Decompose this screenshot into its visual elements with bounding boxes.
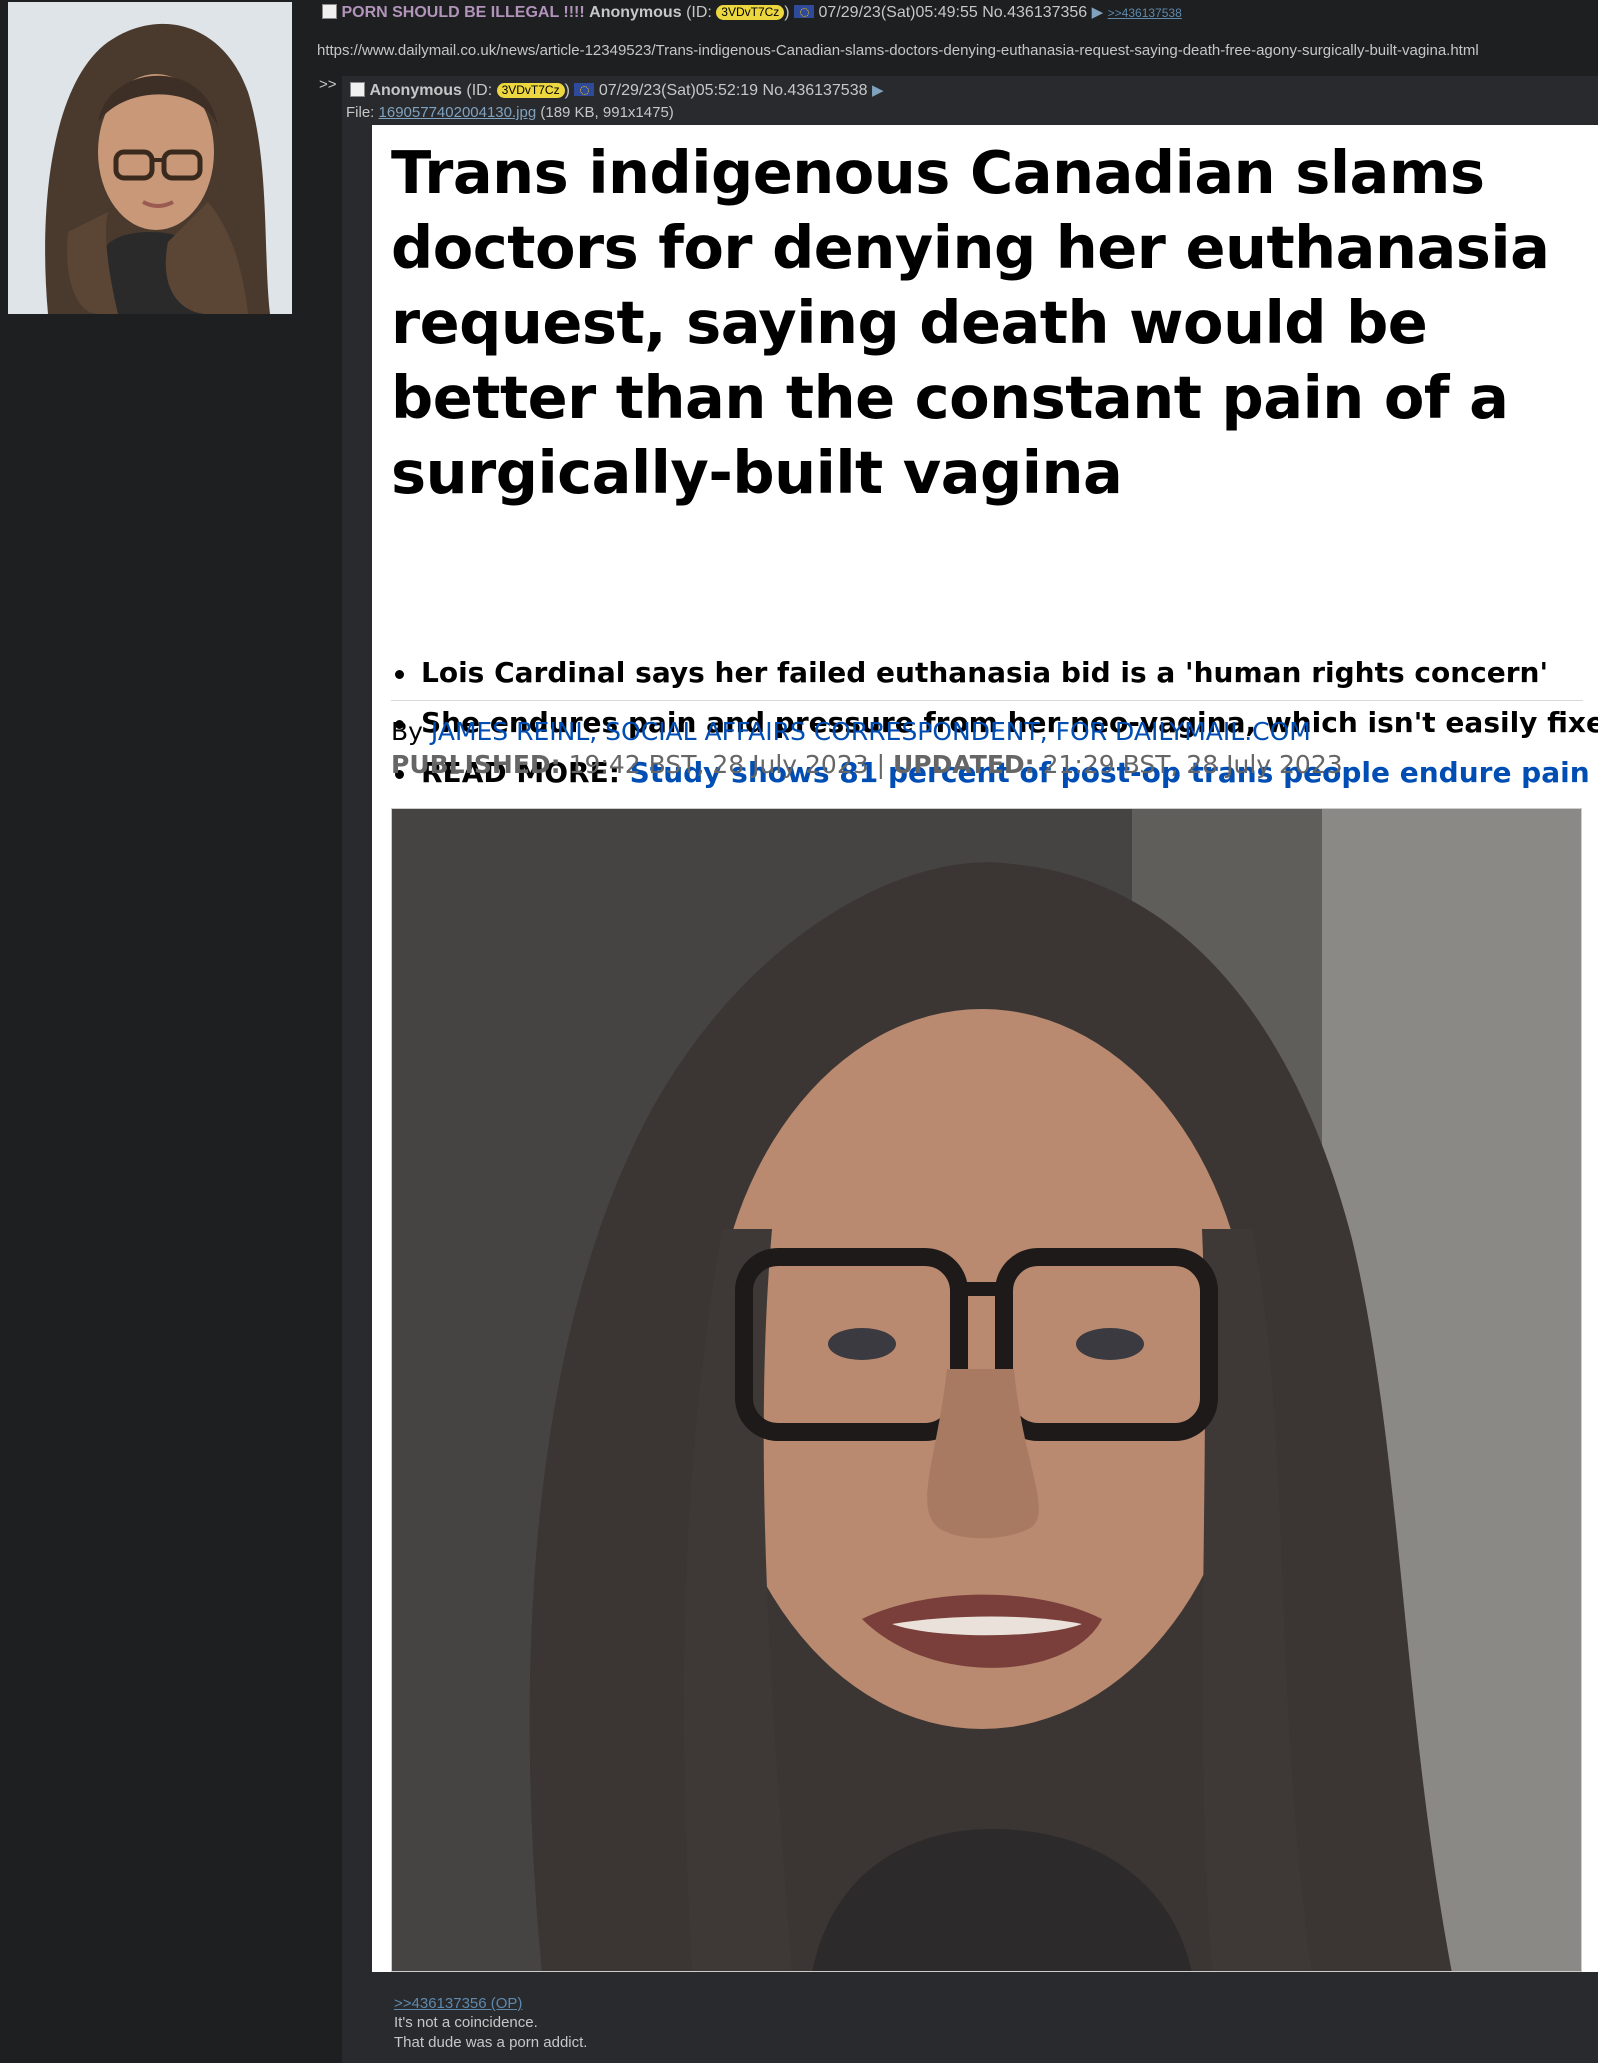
menu-arrow-icon[interactable]: ▶ bbox=[872, 82, 884, 99]
op-id-suffix: ) bbox=[784, 4, 790, 21]
reply-file-info: File: 1690577402004130.jpg (189 KB, 991x… bbox=[346, 103, 674, 123]
op-poster-name: Anonymous bbox=[589, 4, 682, 21]
op-post-number[interactable]: No.436137356 bbox=[982, 4, 1087, 21]
reply-comment-line: That dude was a porn addict. bbox=[394, 2034, 588, 2051]
reply-poster-name: Anonymous bbox=[369, 82, 462, 99]
menu-arrow-icon[interactable]: ▶ bbox=[1092, 4, 1104, 21]
op-id-prefix: (ID: bbox=[686, 4, 717, 21]
op-post-info: PORN SHOULD BE ILLEGAL !!!! Anonymous (I… bbox=[322, 2, 1182, 24]
reply-id-prefix: (ID: bbox=[466, 82, 497, 99]
article-byline: By JAMES REINL, SOCIAL AFFAIRS CORRESPON… bbox=[391, 715, 1311, 749]
reply-datetime: 07/29/23(Sat)05:52:19 bbox=[598, 82, 759, 99]
reply-quote-link[interactable]: >>436137356 (OP) bbox=[394, 1994, 522, 2014]
op-select-checkbox[interactable] bbox=[322, 4, 337, 19]
reply-poster-id-wrapper: (ID: 3VDvT7Cz) bbox=[466, 82, 570, 99]
reply-post-info: Anonymous (ID: 3VDvT7Cz) 07/29/23(Sat)05… bbox=[350, 80, 884, 102]
reply-poster-id-badge[interactable]: 3VDvT7Cz bbox=[496, 83, 565, 98]
article-photo-person-glasses bbox=[392, 809, 1581, 1971]
op-poster-id-badge[interactable]: 3VDvT7Cz bbox=[716, 5, 785, 20]
reply-id-suffix: ) bbox=[564, 82, 570, 99]
op-backlink[interactable]: >>436137538 bbox=[1108, 6, 1182, 20]
updated-label: UPDATED: bbox=[893, 750, 1035, 779]
published-value: 19:42 BST, 28 July 2023 bbox=[568, 750, 869, 779]
op-datetime: 07/29/23(Sat)05:49:55 bbox=[818, 4, 978, 21]
eu-flag-icon bbox=[794, 5, 815, 18]
article-photo bbox=[391, 808, 1582, 1972]
byline-prefix: By bbox=[391, 717, 423, 746]
reply-attached-image[interactable]: Trans indigenous Canadian slams doctors … bbox=[372, 125, 1598, 1972]
op-photo-woman-glasses bbox=[8, 2, 292, 314]
article-bullet: Lois Cardinal says her failed euthanasia… bbox=[391, 648, 1581, 698]
article-divider bbox=[391, 700, 1583, 701]
file-name-link[interactable]: 1690577402004130.jpg bbox=[379, 104, 537, 121]
date-separator: | bbox=[876, 750, 886, 779]
updated-value: 21:29 BST, 28 July 2023 bbox=[1042, 750, 1343, 779]
published-label: PUBLISHED: bbox=[391, 750, 561, 779]
op-image-thumbnail[interactable] bbox=[8, 2, 292, 314]
op-subject: PORN SHOULD BE ILLEGAL !!!! bbox=[341, 4, 585, 21]
article-headline: Trans indigenous Canadian slams doctors … bbox=[391, 138, 1550, 507]
reply-side-arrows: >> bbox=[319, 76, 337, 93]
file-meta: (189 KB, 991x1475) bbox=[540, 104, 674, 121]
reply-post-number[interactable]: No.436137538 bbox=[763, 82, 868, 99]
reply-comment-line: It's not a coincidence. bbox=[394, 2014, 538, 2031]
file-label: File: bbox=[346, 104, 379, 121]
byline-author: JAMES REINL, SOCIAL AFFAIRS CORRESPONDEN… bbox=[430, 717, 1311, 746]
article-dates: PUBLISHED: 19:42 BST, 28 July 2023 | UPD… bbox=[391, 748, 1343, 782]
op-poster-id-wrapper: (ID: 3VDvT7Cz) bbox=[686, 4, 790, 21]
op-comment: https://www.dailymail.co.uk/news/article… bbox=[317, 42, 1479, 59]
eu-flag-icon bbox=[574, 83, 595, 96]
reply-select-checkbox[interactable] bbox=[350, 82, 365, 97]
